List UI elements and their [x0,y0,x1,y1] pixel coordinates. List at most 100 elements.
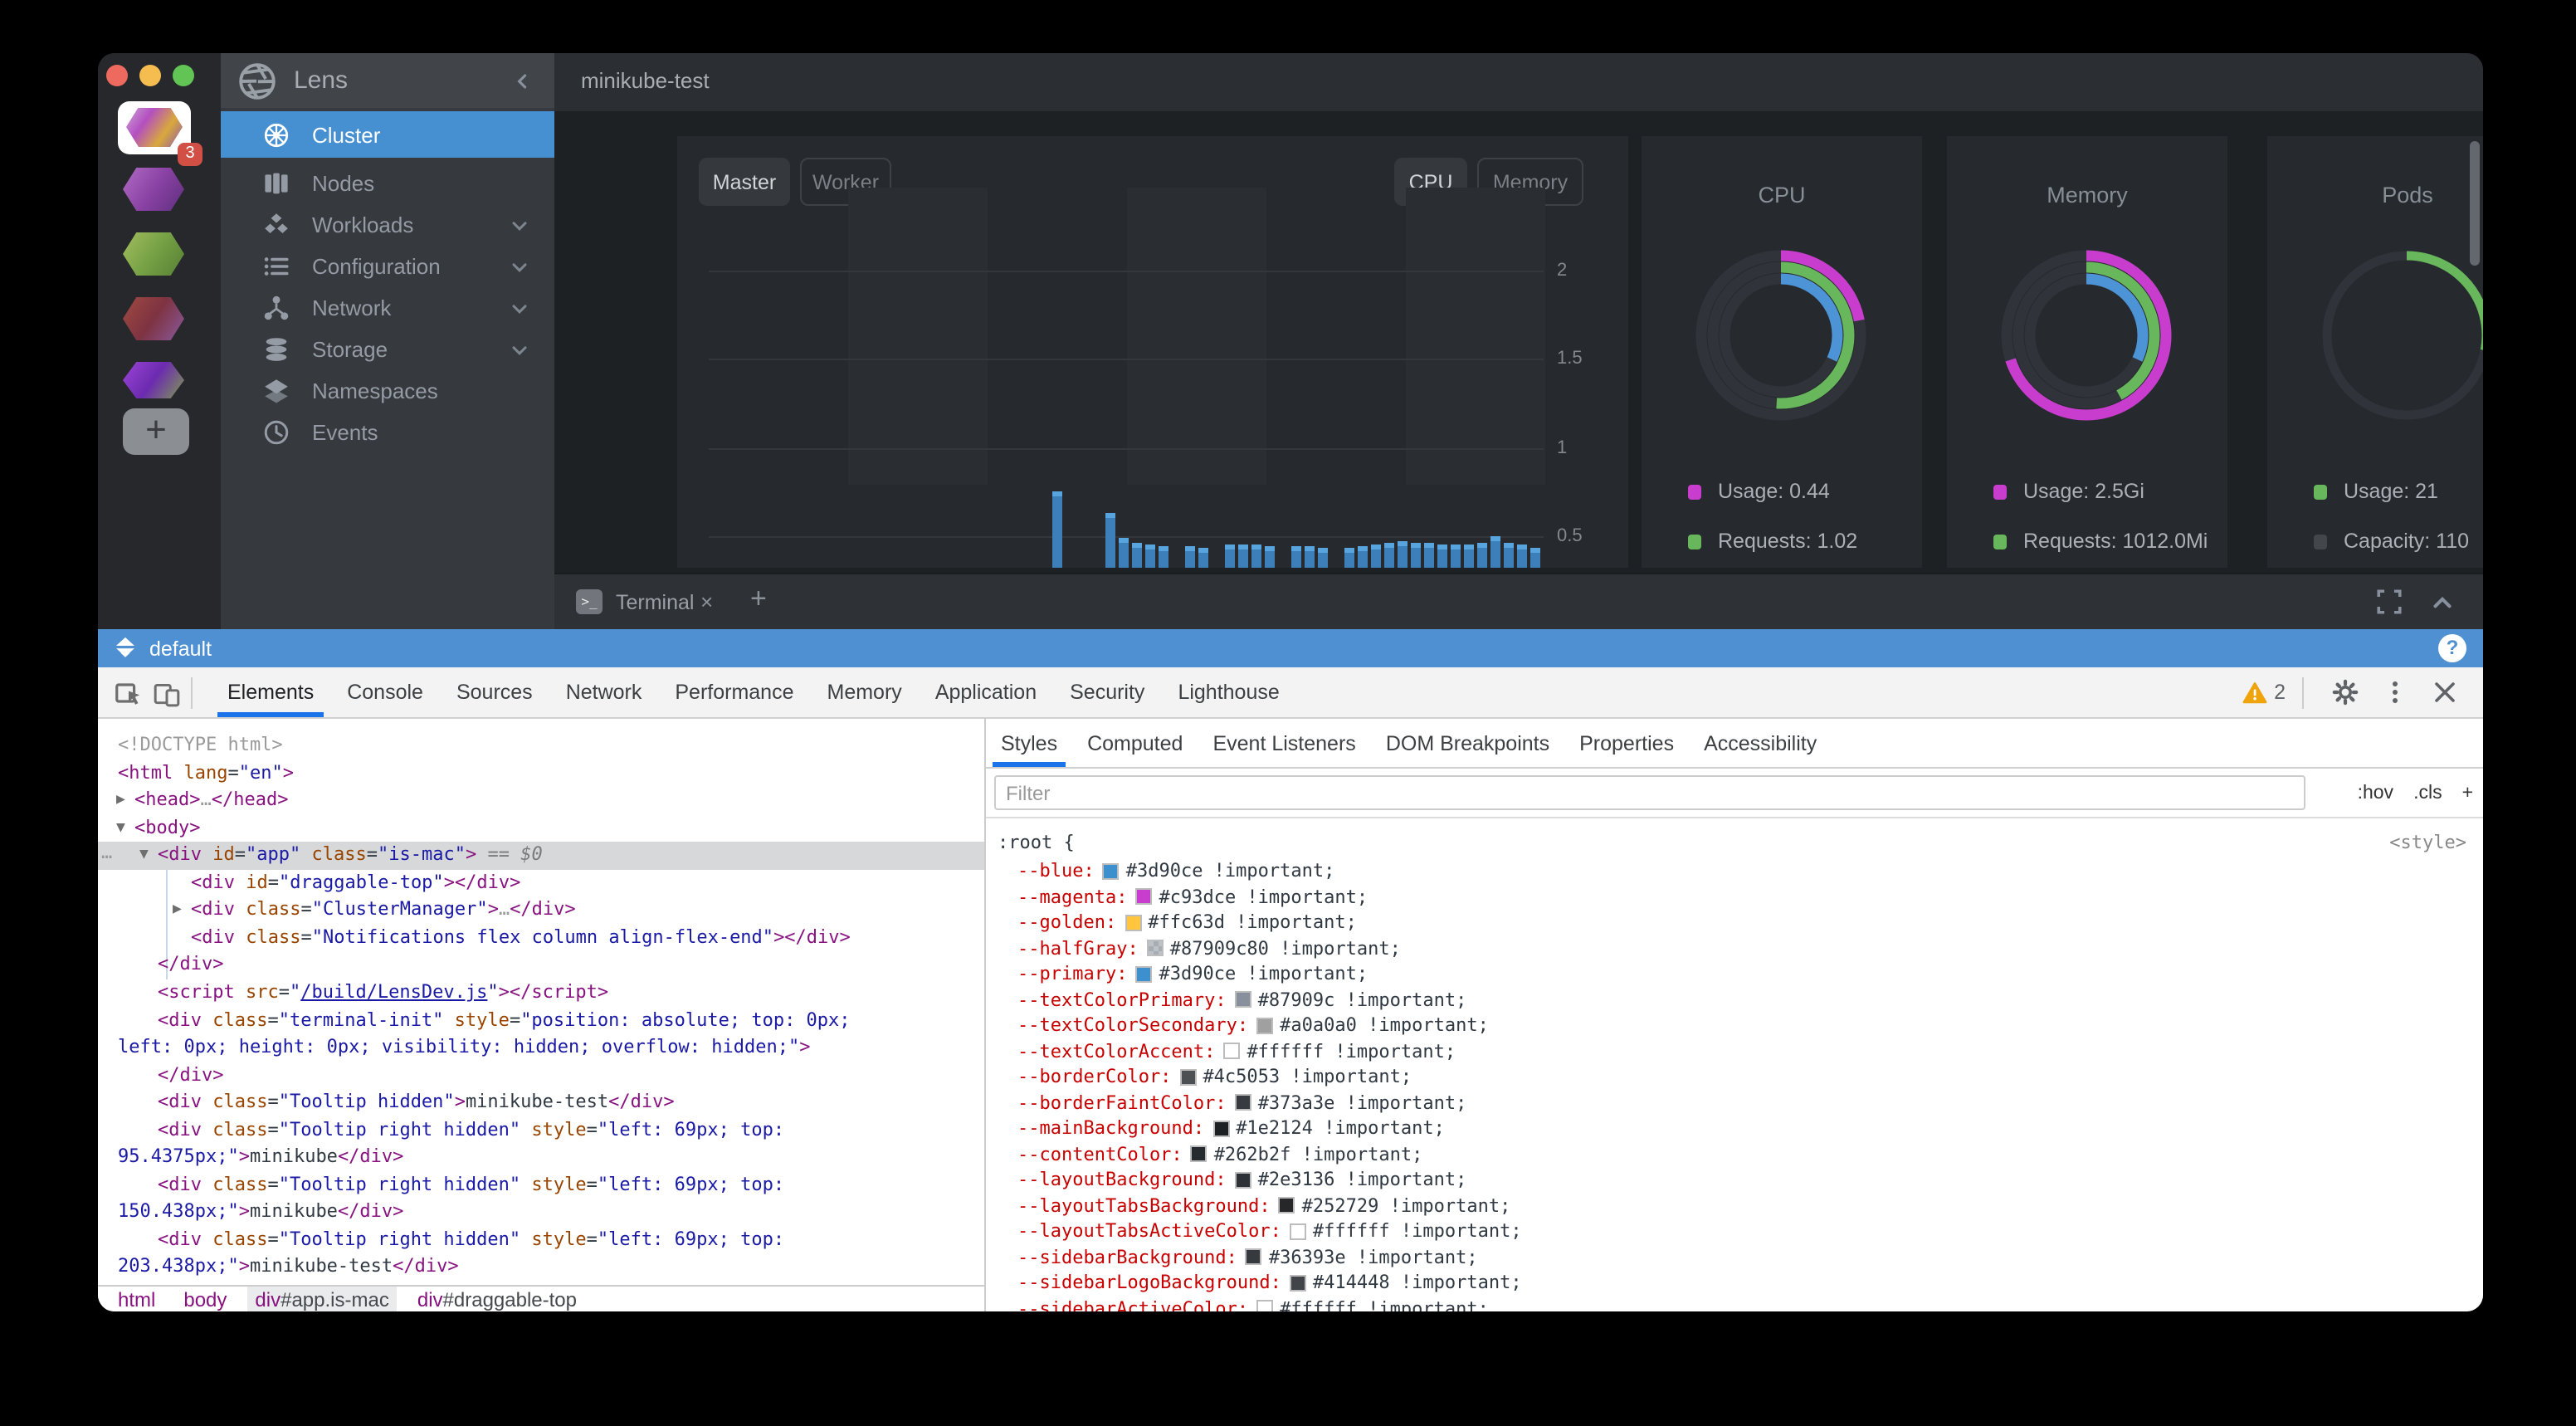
close-window-button[interactable] [105,65,127,86]
tree-expanded-arrow[interactable]: ▼ [116,819,133,836]
sidebar-item-cluster[interactable]: Cluster [221,111,554,158]
dom-tree-node[interactable]: left: 0px; height: 0px; visibility: hidd… [118,1034,810,1061]
styles-filter-input[interactable] [994,775,2305,810]
dom-tree-node[interactable]: <div class="Notifications flex column al… [191,925,851,951]
kebab-menu-icon[interactable] [2382,679,2408,706]
color-swatch[interactable] [1223,1043,1240,1060]
stylesheet-origin-link[interactable]: <style> [2389,832,2466,853]
dom-tree-node[interactable]: <div class="Tooltip right hidden" style=… [158,1172,784,1199]
color-swatch[interactable] [1103,863,1120,880]
devtools-tab-sources[interactable]: Sources [440,667,549,717]
dom-tree-node[interactable]: 95.4375px;">minikube</div> [118,1145,403,1171]
devtools-tab-lighthouse[interactable]: Lighthouse [1161,667,1295,717]
breadcrumb-item[interactable]: body [175,1287,235,1311]
devtools-tab-security[interactable]: Security [1053,667,1161,717]
css-declaration[interactable]: --layoutBackground:#2e3136 !important; [1017,1167,1466,1193]
terminal-collapse-icon[interactable] [2428,588,2456,616]
breadcrumb-item[interactable]: div#draggable-top [409,1287,585,1311]
devtools-tab-performance[interactable]: Performance [658,667,810,717]
css-declaration[interactable]: --contentColor:#262b2f !important; [1017,1141,1422,1167]
color-swatch[interactable] [1191,1146,1208,1163]
terminal-tab[interactable]: Terminal [616,591,695,614]
zoom-window-button[interactable] [172,65,193,86]
terminal-expand-icon[interactable] [2375,588,2403,616]
dom-tree-node[interactable]: <div class="Tooltip right hidden" style=… [158,1116,784,1143]
color-swatch[interactable] [1290,1223,1306,1240]
device-toolbar-icon[interactable] [153,679,181,707]
dom-tree-node[interactable]: <div class="Tooltip hidden">minikube-tes… [158,1089,675,1116]
css-declaration[interactable]: --borderFaintColor:#373a3e !important; [1017,1090,1466,1116]
dom-tree-node[interactable]: </div> [158,1062,224,1088]
color-swatch[interactable] [1179,1069,1196,1086]
css-declaration[interactable]: --blue:#3d90ce !important; [1017,858,1334,884]
minimize-window-button[interactable] [139,65,160,86]
css-declaration[interactable]: --borderColor:#4c5053 !important; [1017,1064,1412,1090]
devtools-tab-memory[interactable]: Memory [811,667,919,717]
sidebar-item-nodes[interactable]: Nodes [221,163,554,204]
styles-tab-properties[interactable]: Properties [1564,719,1689,767]
css-declaration[interactable]: --sidebarLogoBackground:#414448 !importa… [1017,1270,1522,1296]
color-swatch[interactable] [1279,1198,1295,1214]
devtools-tab-console[interactable]: Console [330,667,440,717]
terminal-add-icon[interactable]: + [750,583,767,616]
dom-tree-node[interactable]: <div class="Tooltip right hidden" style=… [158,1227,784,1253]
inspect-element-icon[interactable] [115,679,143,707]
dom-tree-node[interactable]: </div> [158,952,224,979]
color-swatch[interactable] [1147,940,1164,957]
devtools-tab-elements[interactable]: Elements [211,667,330,717]
devtools-tab-application[interactable]: Application [919,667,1053,717]
add-cluster-button[interactable]: + [123,408,189,455]
cluster-item[interactable] [123,297,184,340]
dom-tree-node[interactable]: <div id="draggable-top"></div> [191,870,520,896]
node-toggle-master[interactable]: Master [699,158,790,206]
styles-tab-accessibility[interactable]: Accessibility [1689,719,1832,767]
color-swatch[interactable] [1135,889,1152,906]
color-swatch[interactable] [1235,1172,1251,1189]
tree-collapsed-arrow[interactable]: ▶ [173,902,189,919]
css-declaration[interactable]: --layoutTabsActiveColor:#ffffff !importa… [1017,1218,1522,1244]
color-swatch[interactable] [1212,1121,1229,1137]
main-scrollbar[interactable] [2470,141,2480,266]
color-swatch[interactable] [1235,992,1251,1008]
color-swatch[interactable] [1235,1095,1251,1111]
settings-gear-icon[interactable] [2332,679,2359,706]
css-declaration[interactable]: --layoutTabsBackground:#252729 !importan… [1017,1193,1510,1218]
color-swatch[interactable] [1256,1018,1273,1034]
styles-tab-computed[interactable]: Computed [1072,719,1198,767]
toggle-hover-state[interactable]: :hov [2358,783,2394,803]
css-declaration[interactable]: --halfGray:#87909c80 !important; [1017,935,1401,961]
cluster-item[interactable] [123,232,184,276]
css-declaration[interactable]: --magenta:#c93dce !important; [1017,884,1368,910]
sidebar-item-workloads[interactable]: Workloads [221,204,554,246]
css-declaration[interactable]: --textColorSecondary:#a0a0a0 !important; [1017,1013,1489,1038]
sidebar-item-events[interactable]: Events [221,412,554,453]
css-declaration[interactable]: --sidebarActiveColor:#ffffff !important; [1017,1296,1489,1311]
breadcrumb-item[interactable]: div#app.is-mac [246,1287,397,1311]
css-declaration[interactable]: --sidebarBackground:#36393e !important; [1017,1244,1478,1270]
help-button[interactable]: ? [2438,634,2466,662]
css-declaration[interactable]: --primary:#3d90ce !important; [1017,961,1368,987]
sidebar-item-storage[interactable]: Storage [221,329,554,370]
styles-tab-event-listeners[interactable]: Event Listeners [1198,719,1370,767]
warnings-badge[interactable]: 2 [2242,680,2286,705]
color-swatch[interactable] [1246,1249,1262,1266]
sidebar-item-namespaces[interactable]: Namespaces [221,370,554,412]
new-style-rule-button[interactable]: + [2462,783,2473,803]
css-declaration[interactable]: --textColorAccent:#ffffff !important; [1017,1038,1456,1064]
dom-tree-node[interactable]: <div id="app" class="is-mac"> == $0 [158,842,543,868]
cluster-item[interactable] [123,362,184,398]
toggle-element-classes[interactable]: .cls [2413,783,2442,803]
color-swatch[interactable] [1256,1301,1273,1312]
css-declaration[interactable]: --mainBackground:#1e2124 !important; [1017,1116,1445,1141]
color-swatch[interactable] [1125,915,1141,931]
dom-tree-node[interactable]: <html lang="en"> [118,759,294,786]
terminal-close-icon[interactable]: × [700,589,713,614]
styles-tab-dom-breakpoints[interactable]: DOM Breakpoints [1371,719,1564,767]
sidebar-item-network[interactable]: Network [221,287,554,329]
dom-tree-node[interactable]: 203.438px;">minikube-test</div> [118,1254,459,1281]
sidebar-collapse-button[interactable] [511,69,534,92]
breadcrumb-item[interactable]: html [110,1287,163,1311]
dom-tree-node[interactable]: <head>…</head> [134,787,288,813]
dom-tree-node[interactable]: 150.438px;">minikube</div> [118,1199,403,1226]
css-declaration[interactable]: --textColorPrimary:#87909c !important; [1017,987,1466,1013]
